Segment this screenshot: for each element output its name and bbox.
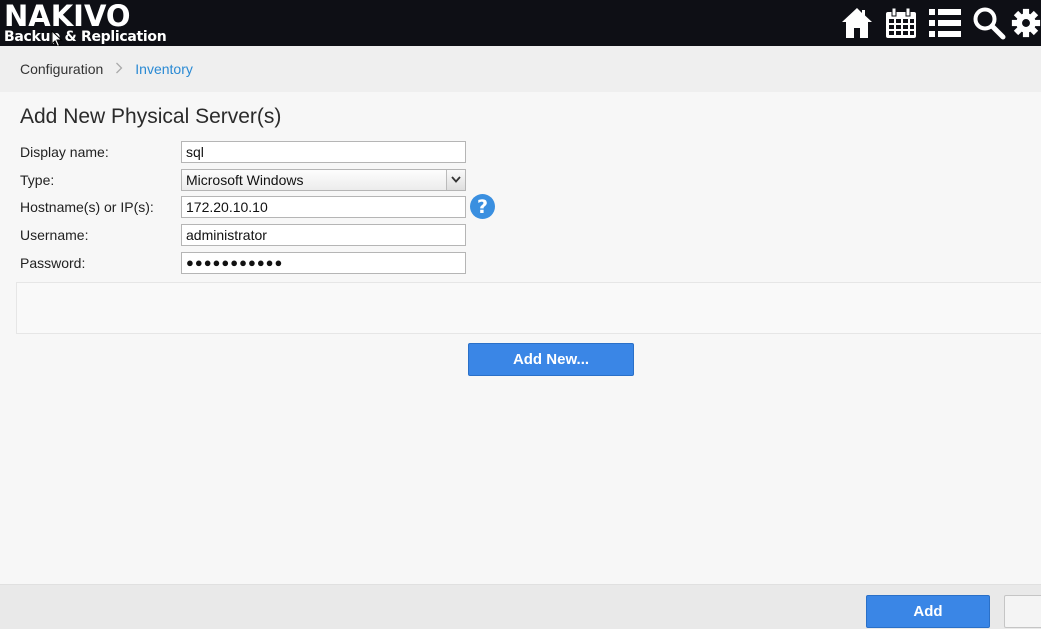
display-name-label: Display name: [20,143,109,160]
add-button[interactable]: Add [866,595,990,628]
hostname-row: Hostname(s) or IP(s): 172.20.10.10 ? [20,194,495,219]
username-label: Username: [20,226,89,243]
logo-brand: NAKIVO [4,0,131,33]
password-label: Password: [20,254,86,271]
logo-subtitle: Backup & Replication [4,29,167,45]
home-icon[interactable] [835,0,879,46]
nakivo-logo[interactable]: NAKIVO Backup & Replication [4,0,167,45]
page-title: Add New Physical Server(s) [20,105,282,128]
add-new-button[interactable]: Add New... [468,343,634,376]
server-list-panel [16,282,1041,334]
hostname-input[interactable]: 172.20.10.10 [181,195,466,218]
top-nav-icons [835,0,1041,46]
type-select[interactable]: Microsoft Windows [181,168,466,191]
hostname-label: Hostname(s) or IP(s): [20,198,154,215]
footer-bar: Add [0,584,1041,629]
chevron-down-icon[interactable] [446,169,465,190]
display-name-row: Display name: sql [20,140,466,163]
gear-icon[interactable] [1011,0,1041,46]
breadcrumb-configuration[interactable]: Configuration [20,61,103,77]
calendar-icon[interactable] [879,0,923,46]
breadcrumb: Configuration Inventory [0,46,1041,92]
type-row: Type: Microsoft Windows [20,168,466,191]
type-label: Type: [20,171,55,188]
chevron-right-icon [115,61,123,77]
main-content: Add New Physical Server(s) Display name:… [0,92,1041,584]
password-input[interactable]: ●●●●●●●●●●● [181,251,466,274]
username-row: Username: administrator [20,223,466,246]
list-icon[interactable] [923,0,967,46]
password-row: Password: ●●●●●●●●●●● [20,251,466,274]
type-select-value: Microsoft Windows [186,171,304,188]
help-icon[interactable]: ? [470,194,495,219]
cancel-button[interactable] [1004,595,1041,628]
top-bar: NAKIVO Backup & Replication [0,0,1041,46]
display-name-input[interactable]: sql [181,140,466,163]
username-input[interactable]: administrator [181,223,466,246]
breadcrumb-inventory[interactable]: Inventory [135,61,193,77]
search-icon[interactable] [967,0,1011,46]
